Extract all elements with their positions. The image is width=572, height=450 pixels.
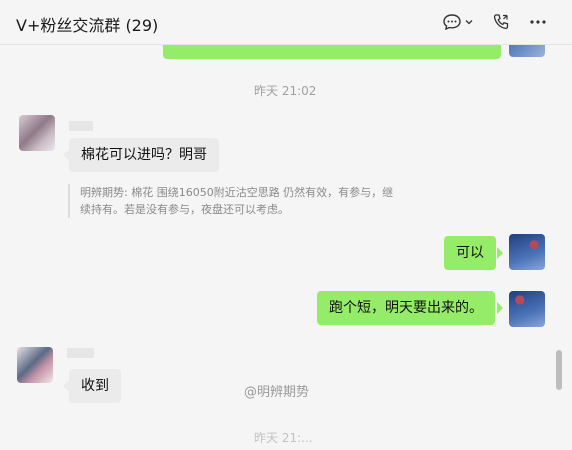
chat-title: V+粉丝交流群 (29) [16, 16, 159, 35]
bubble-tail [497, 302, 503, 314]
chat-header: V+粉丝交流群 (29) [0, 0, 572, 45]
watermark-text: @明辨期势 [244, 385, 310, 400]
chevron-down-icon[interactable] [463, 11, 475, 33]
bubble-tail [497, 247, 503, 259]
phone-call-icon[interactable] [490, 11, 512, 33]
more-icon[interactable] [527, 11, 549, 33]
self-avatar[interactable] [509, 45, 545, 57]
sender-name [67, 348, 94, 358]
message-timestamp: 昨天 21:... [254, 431, 313, 445]
previous-message-bubble[interactable] [163, 45, 501, 59]
message-bubble-outgoing[interactable]: 跑个短，明天要出来的。 [317, 291, 495, 325]
sender-avatar[interactable] [17, 347, 53, 383]
self-avatar[interactable] [509, 234, 545, 270]
self-avatar[interactable] [509, 291, 545, 327]
message-bubble-incoming[interactable]: 收到 [69, 369, 121, 403]
message-bubble-outgoing[interactable]: 可以 [444, 236, 496, 270]
scrollbar-thumb[interactable] [556, 350, 562, 390]
sender-name [69, 121, 93, 131]
quoted-message[interactable]: 明辨期势: 棉花 围绕16050附近沽空思路 仍然有效，有参与，继续持有。若是没… [68, 184, 400, 218]
sender-avatar[interactable] [19, 115, 55, 151]
message-bubble-incoming[interactable]: 棉花可以进吗？明哥 [69, 138, 219, 172]
message-timestamp: 昨天 21:02 [254, 84, 317, 98]
chat-bubble-icon[interactable] [441, 11, 463, 33]
